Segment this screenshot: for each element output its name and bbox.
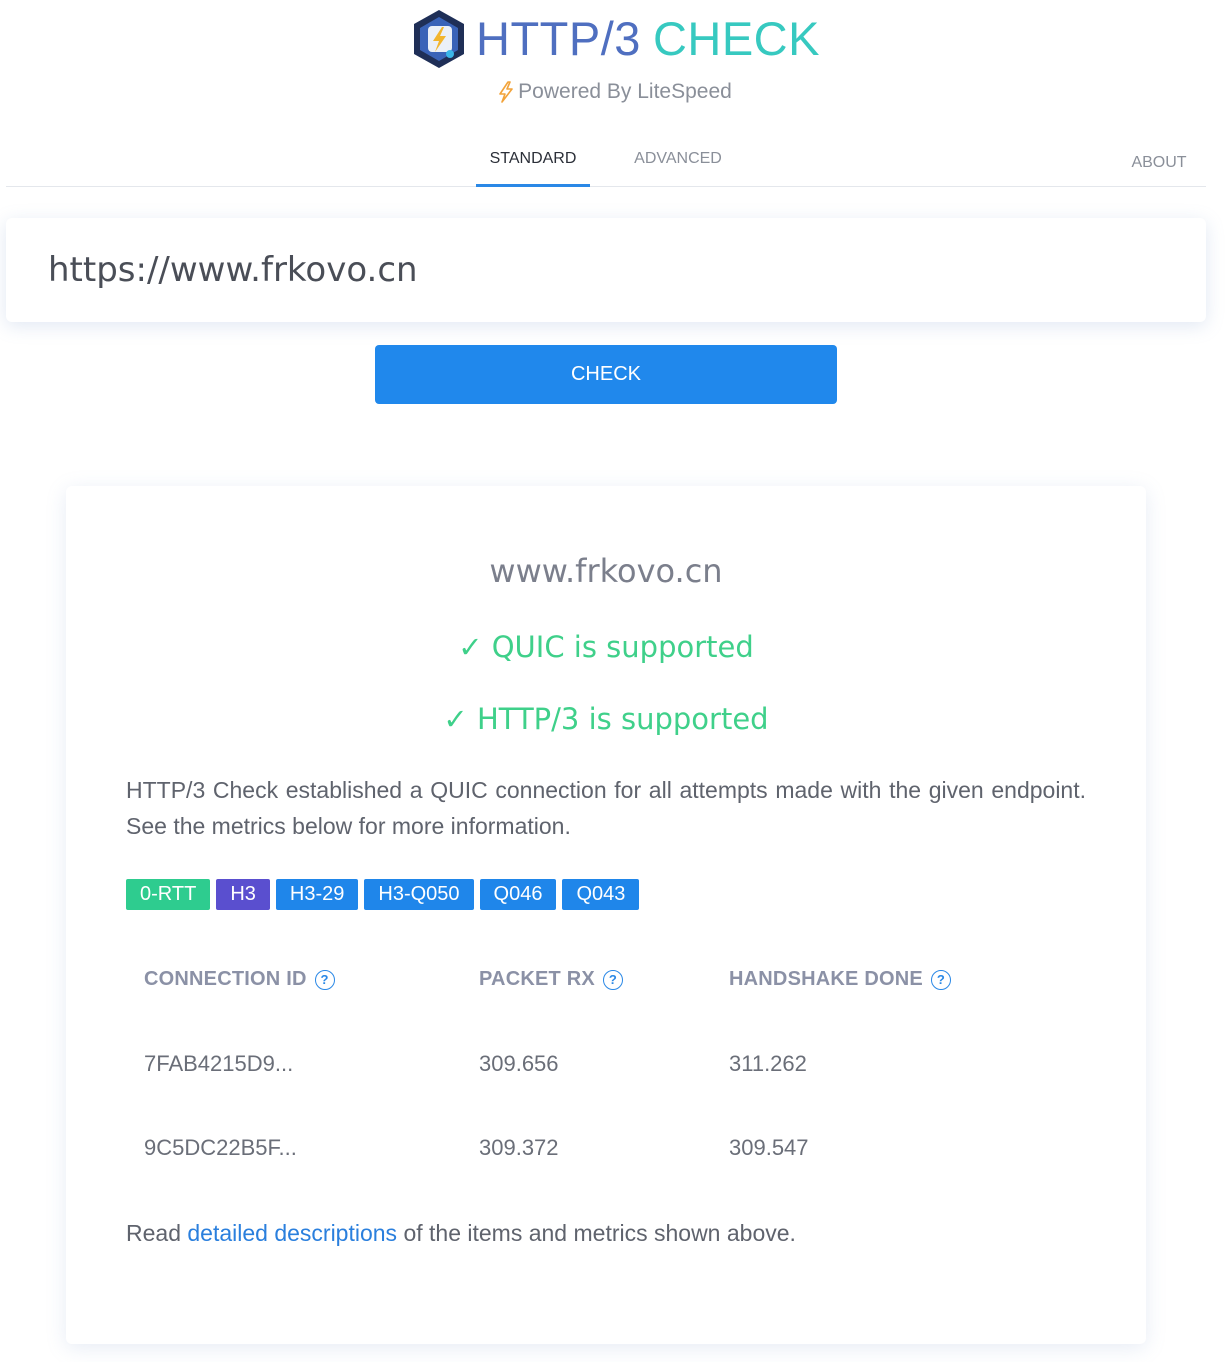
header-connection-id: CONNECTION ID ? <box>144 968 335 991</box>
badge-h3-q050: H3-Q050 <box>364 879 474 910</box>
http3-support-status: ✓ HTTP/3 is supported <box>443 702 769 736</box>
badge-0rtt: 0-RTT <box>126 879 211 910</box>
table-cell: 7FAB4215D9... <box>144 1051 294 1076</box>
protocol-badges: 0-RTT H3 H3-29 H3-Q050 Q046 Q043 <box>126 879 645 910</box>
page: HTTP/3 CHECK Powered By LiteSpeed STANDAR… <box>0 0 1230 1362</box>
help-icon[interactable]: ? <box>314 969 335 990</box>
litespeed-logo-icon <box>414 10 465 68</box>
result-card: www.frkovo.cn ✓ QUIC is supported ✓ HTTP… <box>66 486 1146 1344</box>
badge-q046: Q046 <box>479 879 557 910</box>
powered-by: Powered By LiteSpeed <box>0 80 1230 104</box>
help-icon[interactable]: ? <box>930 969 951 990</box>
help-icon[interactable]: ? <box>602 969 623 990</box>
logo-http3-text: HTTP/3 <box>476 12 641 65</box>
url-input[interactable] <box>6 218 1206 322</box>
result-domain: www.frkovo.cn <box>489 552 723 590</box>
tab-standard[interactable]: STANDARD <box>476 130 590 187</box>
table-cell: 311.262 <box>729 1051 807 1076</box>
result-description: HTTP/3 Check established a QUIC connecti… <box>126 777 1086 839</box>
powered-by-text: Powered By LiteSpeed <box>518 80 732 103</box>
badge-q043: Q043 <box>562 879 640 910</box>
table-cell: 9C5DC22B5F... <box>144 1135 297 1160</box>
header-handshake-done: HANDSHAKE DONE ? <box>729 968 951 991</box>
badge-h3: H3 <box>216 879 270 910</box>
detailed-descriptions-link[interactable]: detailed descriptions <box>187 1220 397 1246</box>
tab-about[interactable]: ABOUT <box>1116 134 1202 191</box>
table-cell: 309.656 <box>479 1051 559 1076</box>
logo[interactable]: HTTP/3 CHECK <box>0 8 1230 70</box>
table-cell: 309.372 <box>479 1135 559 1160</box>
tab-bar: STANDARD ADVANCED ABOUT <box>6 130 1206 187</box>
lightning-icon <box>499 81 513 103</box>
table-cell: 309.547 <box>729 1135 809 1160</box>
quic-support-status: ✓ QUIC is supported <box>458 630 754 664</box>
badge-h3-29: H3-29 <box>275 879 359 910</box>
header-packet-rx: PACKET RX ? <box>479 968 623 991</box>
url-input-container <box>6 218 1206 322</box>
footer-note: Read detailed descriptions of the items … <box>126 1220 796 1246</box>
check-button[interactable]: CHECK <box>375 345 837 404</box>
logo-check-text: CHECK <box>652 12 820 65</box>
tab-advanced[interactable]: ADVANCED <box>620 130 736 187</box>
